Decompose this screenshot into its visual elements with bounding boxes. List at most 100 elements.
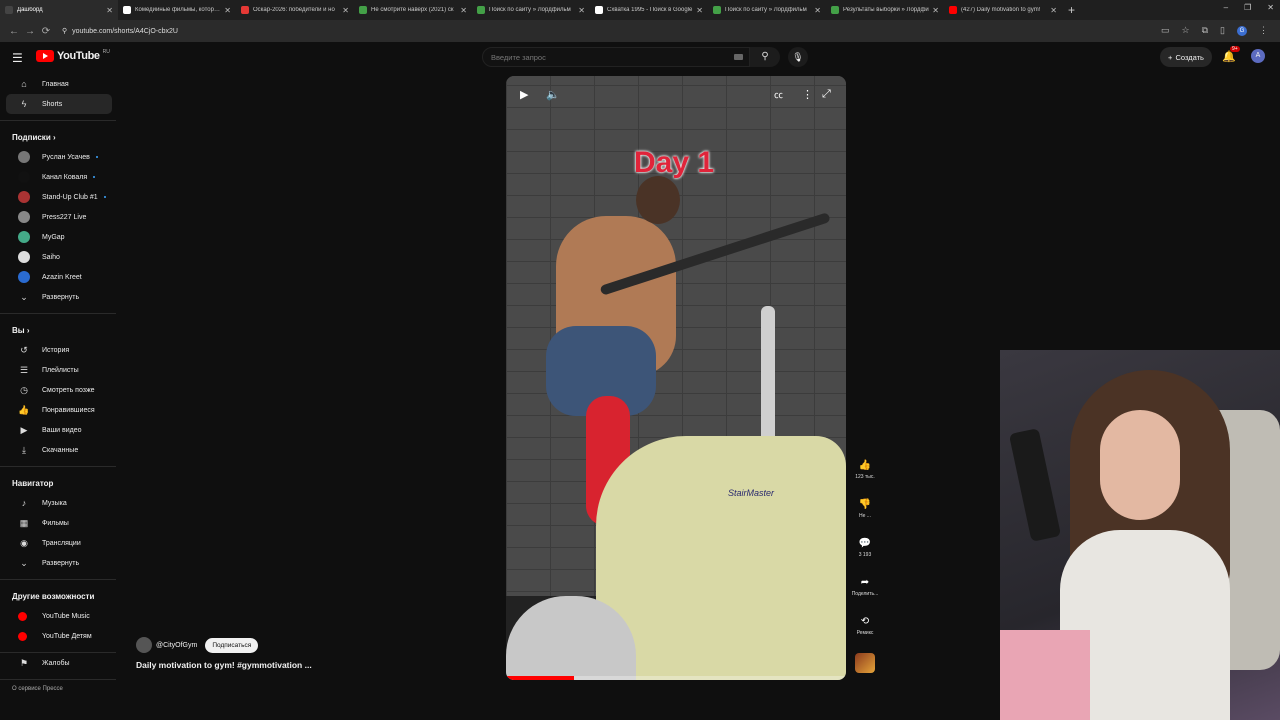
tab-close-icon[interactable]: ✕: [342, 6, 349, 15]
cast-icon[interactable]: ▭: [1161, 25, 1170, 36]
tab-close-icon[interactable]: ✕: [814, 6, 821, 15]
sidebar-item-report[interactable]: ⚑ Жалобы: [6, 653, 112, 673]
tab-close-icon[interactable]: ✕: [106, 6, 113, 15]
extensions-icon[interactable]: ⧉: [1202, 25, 1208, 36]
more-heading[interactable]: Другие возможности: [0, 586, 118, 606]
expand-navigator[interactable]: ⌄ Развернуть: [6, 553, 112, 573]
sidebar-item-more[interactable]: YouTube Детям: [6, 626, 112, 646]
navigator-heading[interactable]: Навигатор: [0, 473, 118, 493]
minimize-button[interactable]: –: [1224, 3, 1228, 12]
site-info-icon[interactable]: ⚲: [62, 27, 67, 35]
sidebar-item-label: История: [42, 346, 70, 354]
sidebar-item-you[interactable]: ☰ Плейлисты: [6, 360, 112, 380]
browser-tab[interactable]: Схватка 1995 - Поиск в Google ✕: [590, 0, 708, 20]
sidebar-item-navigator[interactable]: ◉ Трансляции: [6, 533, 112, 553]
keyboard-icon[interactable]: [734, 54, 743, 60]
tab-title: Комедийные фильмы, которые: [135, 7, 222, 13]
more-options-icon[interactable]: ⋮: [802, 88, 813, 101]
volume-icon[interactable]: 🔈: [546, 88, 560, 101]
create-button[interactable]: + Создать: [1160, 47, 1212, 67]
close-window-button[interactable]: ✕: [1267, 3, 1274, 12]
expand-subscriptions[interactable]: ⌄ Развернуть: [6, 287, 112, 307]
youtube-logo[interactable]: YouTube RU: [36, 49, 110, 62]
search-input[interactable]: Введите запрос: [482, 47, 750, 67]
channel-avatar: [18, 211, 30, 223]
voice-search-button[interactable]: 🎙: [788, 47, 808, 67]
bookmark-star-icon[interactable]: ☆: [1182, 25, 1190, 36]
sidebar-item-you[interactable]: ⤓ Скачанные: [6, 440, 112, 460]
maximize-button[interactable]: ❐: [1244, 3, 1251, 12]
sidebar-subscription[interactable]: Saiho: [6, 247, 112, 267]
sidebar-item-you[interactable]: ▶ Ваши видео: [6, 420, 112, 440]
back-icon[interactable]: ←: [6, 26, 22, 37]
sidebar-subscription[interactable]: Руслан Усачев: [6, 147, 112, 167]
avatar[interactable]: A: [1251, 49, 1265, 63]
tab-title: Оскар-2026: победители и но: [253, 7, 335, 13]
captions-icon[interactable]: ㏄: [774, 88, 783, 101]
channel-avatar[interactable]: [136, 637, 152, 653]
sidebar-subscription[interactable]: Stand-Up Club #1: [6, 187, 112, 207]
youtube-header: ☰ YouTube RU Введите запрос ⚲ 🎙 + Создат…: [0, 42, 1280, 72]
channel-name[interactable]: @CityOfGym: [156, 642, 197, 649]
channel-avatar: [18, 251, 30, 263]
play-icon[interactable]: ▶: [520, 88, 528, 101]
remix-button[interactable]: ⟲ Ремикс: [848, 614, 882, 650]
you-heading[interactable]: Вы ›: [0, 320, 118, 340]
sidebar-item-you[interactable]: ↺ История: [6, 340, 112, 360]
sidebar-subscription[interactable]: Azazin Kreet: [6, 267, 112, 287]
subscribe-button[interactable]: Подписаться: [205, 637, 259, 653]
browser-profile-icon[interactable]: G: [1237, 25, 1247, 36]
browser-tab[interactable]: (427) Daily motivation to gym! ✕: [944, 0, 1062, 20]
sidebar-item-navigator[interactable]: ♪ Музыка: [6, 493, 112, 513]
sidebar-subscription[interactable]: MyGap: [6, 227, 112, 247]
menu-icon[interactable]: ☰: [12, 51, 23, 65]
video-title[interactable]: Daily motivation to gym! #gymmotivation …: [136, 660, 312, 670]
divider: [0, 120, 116, 121]
shorts-video-player[interactable]: StairMaster Day 1 ▶ 🔈 ㏄ ⋮ ⤢: [506, 76, 846, 680]
browser-tab[interactable]: Оскар-2026: победители и но ✕: [236, 0, 354, 20]
channel-row: @CityOfGym Подписаться: [136, 637, 259, 653]
browser-tab[interactable]: Поиск по сайту » Лордфильм ✕: [472, 0, 590, 20]
sidebar-item-navigator[interactable]: ▦ Фильмы: [6, 513, 112, 533]
share-button[interactable]: ➦ Поделить...: [848, 575, 882, 611]
tab-close-icon[interactable]: ✕: [932, 6, 939, 15]
sound-thumbnail[interactable]: [855, 653, 875, 673]
video-progress-fill: [506, 676, 574, 680]
tab-title: Результаты выборки » Лордфи: [843, 7, 929, 13]
browser-tab[interactable]: Поиск по сайту » Лордфильм ✕: [708, 0, 826, 20]
browser-tab[interactable]: Результаты выборки » Лордфи ✕: [826, 0, 944, 20]
fullscreen-icon[interactable]: ⤢: [822, 88, 831, 101]
browser-menu-icon[interactable]: ⋮: [1259, 25, 1268, 36]
tab-close-icon[interactable]: ✕: [578, 6, 585, 15]
forward-icon[interactable]: →: [22, 26, 38, 37]
sidebar-subscription[interactable]: Канал Коваля: [6, 167, 112, 187]
tab-close-icon[interactable]: ✕: [224, 6, 231, 15]
reload-icon[interactable]: ⟳: [38, 26, 54, 37]
sidebar-item-more[interactable]: YouTube Music: [6, 606, 112, 626]
url-field[interactable]: ⚲ youtube.com/shorts/A4CjO-cbx2U: [62, 27, 178, 36]
comments-button[interactable]: 💬 3 193: [848, 536, 882, 572]
tab-favicon-icon: [831, 6, 839, 14]
tab-close-icon[interactable]: ✕: [460, 6, 467, 15]
search-button[interactable]: ⚲: [750, 47, 780, 67]
sidepanel-icon[interactable]: ▯: [1220, 25, 1225, 36]
divider: [0, 679, 116, 680]
browser-tab[interactable]: Дашборд ✕: [0, 0, 118, 20]
sidebar-subscription[interactable]: Press227 Live: [6, 207, 112, 227]
sidebar-item-shorts[interactable]: ϟ Shorts: [6, 94, 112, 114]
sidebar-item-label: Плейлисты: [42, 366, 79, 374]
sidebar-footer[interactable]: О сервисе Прессе: [0, 686, 118, 692]
sidebar-item-you[interactable]: ◷ Смотреть позже: [6, 380, 112, 400]
sidebar-item-home[interactable]: ⌂ Главная: [6, 74, 112, 94]
new-tab-button[interactable]: +: [1068, 3, 1075, 17]
tab-close-icon[interactable]: ✕: [696, 6, 703, 15]
tab-favicon-icon: [359, 6, 367, 14]
browser-tab[interactable]: Не смотрите наверх (2021) ск ✕: [354, 0, 472, 20]
video-progress-bar[interactable]: [506, 676, 846, 680]
subscriptions-heading[interactable]: Подписки ›: [0, 127, 118, 147]
tab-close-icon[interactable]: ✕: [1050, 6, 1057, 15]
browser-tab[interactable]: Комедийные фильмы, которые ✕: [118, 0, 236, 20]
like-button[interactable]: 👍 123 тыс.: [848, 458, 882, 494]
sidebar-item-you[interactable]: 👍 Понравившиеся: [6, 400, 112, 420]
dislike-button[interactable]: 👎 Не ...: [848, 497, 882, 533]
